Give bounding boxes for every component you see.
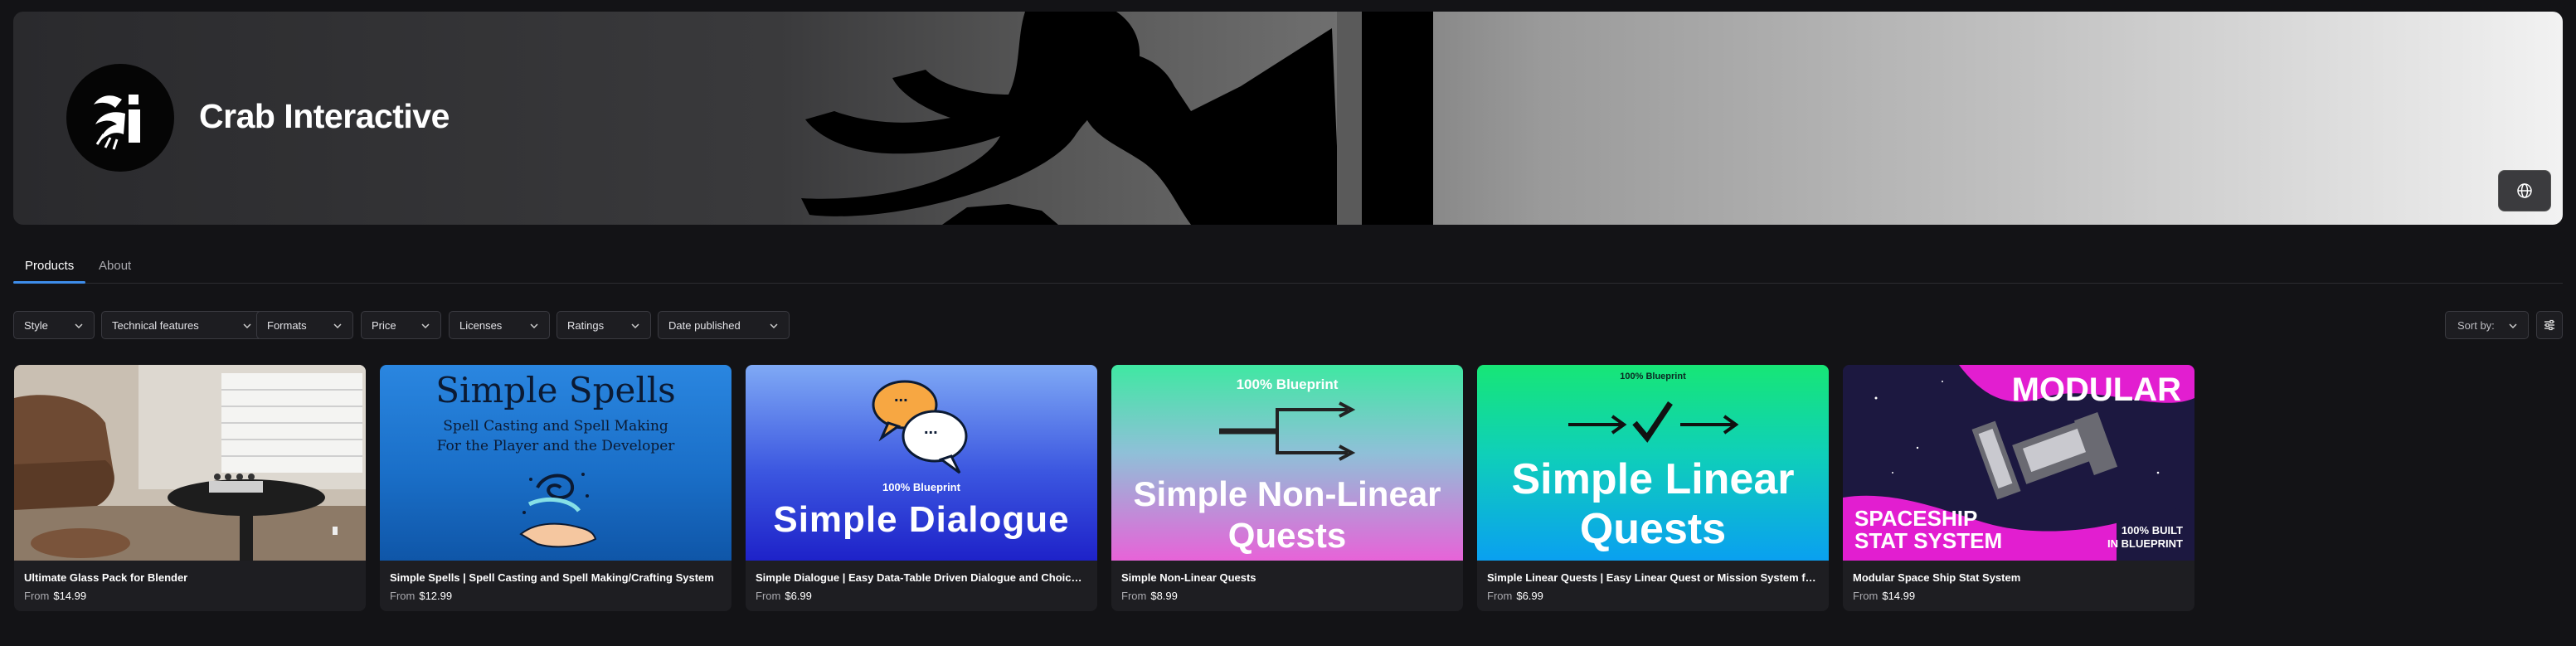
product-thumbnail[interactable]: Simple Spells Spell Casting and Spell Ma… [380,365,731,561]
studio-logo [66,64,174,172]
thumbnail-line: For the Player and the Developer [436,438,675,454]
filter-label: Formats [267,318,307,332]
product-thumbnail[interactable] [14,365,366,561]
product-price: From $14.99 [24,590,86,602]
product-price: From $6.99 [756,590,812,602]
tab-products[interactable]: Products [25,259,74,273]
price-value: $14.99 [53,590,87,602]
thumbnail-line: SPACESHIP [1854,506,1978,531]
sort-by-dropdown[interactable]: Sort by: [2445,311,2529,339]
price-prefix: From [1487,590,1513,602]
filter-price[interactable]: Price [361,311,441,339]
price-prefix: From [756,590,781,602]
branch-arrows-icon [1219,401,1356,461]
thumbnail-tag: 100% Blueprint [882,481,960,493]
filter-formats[interactable]: Formats [256,311,353,339]
filter-licenses[interactable]: Licenses [449,311,550,339]
thumbnail-heading: Simple Non-Linear [1133,474,1441,513]
thumbnail-badge: 100% BUILT IN BLUEPRINT [2107,524,2183,551]
product-title[interactable]: Modular Space Ship Stat System [1853,571,2185,584]
filter-label: Licenses [459,318,503,332]
chevron-down-icon [770,323,778,329]
studio-banner: Crab Interactive [13,12,2563,225]
filter-style[interactable]: Style [13,311,95,339]
thumbnail-heading: Quests [1227,516,1347,555]
price-value: $14.99 [1882,590,1916,602]
chevron-down-icon [75,323,83,329]
filter-label: Style [24,318,48,332]
filter-label: Ratings [567,318,605,332]
product-price: From $6.99 [1487,590,1543,602]
tab-about[interactable]: About [99,259,131,273]
thumbnail-line: Spell Casting and Spell Making [443,418,668,435]
filter-label: Date published [668,318,741,332]
linear-arrows-icon [1568,401,1739,443]
filter-technical-features[interactable]: Technical features [101,311,263,339]
price-prefix: From [24,590,50,602]
product-title[interactable]: Simple Non-Linear Quests [1121,571,1453,584]
product-card[interactable]: MODULAR SPACESHIP STAT SYSTEM 100% BUILT… [1843,365,2194,611]
product-card[interactable]: Simple Spells Spell Casting and Spell Ma… [380,365,731,611]
price-prefix: From [1121,590,1147,602]
thumbnail-heading: Simple Dialogue [773,499,1070,540]
thumbnail-line: STAT SYSTEM [1854,528,2003,553]
sort-label: Sort by: [2457,318,2495,332]
price-prefix: From [1853,590,1879,602]
chevron-down-icon [243,323,251,329]
product-price: From $14.99 [1853,590,1915,602]
price-value: $6.99 [785,590,812,602]
magic-hand-icon [519,473,597,548]
globe-icon [2517,183,2532,198]
product-card[interactable]: 100% Blueprint Simple Linear Quests Simp… [1477,365,1829,611]
chevron-down-icon [421,323,430,329]
price-value: $6.99 [1516,590,1543,602]
glass-pack-thumbnail-image [14,365,366,561]
speech-bubbles-icon [872,380,968,474]
product-price: From $8.99 [1121,590,1178,602]
thumbnail-tag: 100% Blueprint [1236,376,1339,392]
product-title[interactable]: Simple Spells | Spell Casting and Spell … [390,571,722,584]
thumbnail-line: IN BLUEPRINT [2107,537,2183,550]
price-value: $12.99 [419,590,453,602]
thumbnail-heading: Simple Linear [1511,455,1795,503]
studio-name: Crab Interactive [199,97,450,135]
product-thumbnail[interactable]: 100% Blueprint Simple Linear Quests [1477,365,1829,561]
filter-ratings[interactable]: Ratings [557,311,651,339]
bubble-text: ... [894,387,908,406]
thumbnail-tag: 100% Blueprint [1620,372,1686,381]
crab-logo-icon [94,95,140,150]
website-button[interactable] [2498,170,2551,211]
thumbnail-heading: SPACESHIP STAT SYSTEM [1854,508,2002,552]
thumbnail-heading: Simple Spells [435,370,676,410]
product-card[interactable]: ... ... 100% Blueprint Simple Dialogue S… [746,365,1097,611]
active-tab-indicator [13,281,85,284]
price-prefix: From [390,590,416,602]
product-card[interactable]: Ultimate Glass Pack for Blender From $14.… [14,365,366,611]
product-thumbnail[interactable]: ... ... 100% Blueprint Simple Dialogue [746,365,1097,561]
chevron-down-icon [333,323,342,329]
chevron-down-icon [631,323,639,329]
filter-date-published[interactable]: Date published [658,311,790,339]
product-price: From $12.99 [390,590,452,602]
filter-label: Price [372,318,396,332]
product-thumbnail[interactable]: 100% Blueprint Simple Non-Linear Quests [1111,365,1463,561]
price-value: $8.99 [1150,590,1178,602]
bubble-text: ... [924,420,938,438]
product-thumbnail[interactable]: MODULAR SPACESHIP STAT SYSTEM 100% BUILT… [1843,365,2194,561]
product-title[interactable]: Ultimate Glass Pack for Blender [24,571,356,584]
thumbnail-line: 100% BUILT [2121,524,2183,537]
product-card[interactable]: 100% Blueprint Simple Non-Linear Quests … [1111,365,1463,611]
product-title[interactable]: Simple Linear Quests | Easy Linear Quest… [1487,571,1819,584]
thumbnail-heading: Quests [1579,505,1727,553]
thumbnail-heading: MODULAR [2011,372,2181,408]
product-title[interactable]: Simple Dialogue | Easy Data-Table Driven… [756,571,1087,584]
sliders-icon [2544,319,2554,331]
filter-settings-button[interactable] [2536,311,2563,339]
chevron-down-icon [530,323,538,329]
studio-tabs: Products About [13,250,2563,284]
filter-label: Technical features [112,318,199,332]
chevron-down-icon [2509,323,2517,329]
